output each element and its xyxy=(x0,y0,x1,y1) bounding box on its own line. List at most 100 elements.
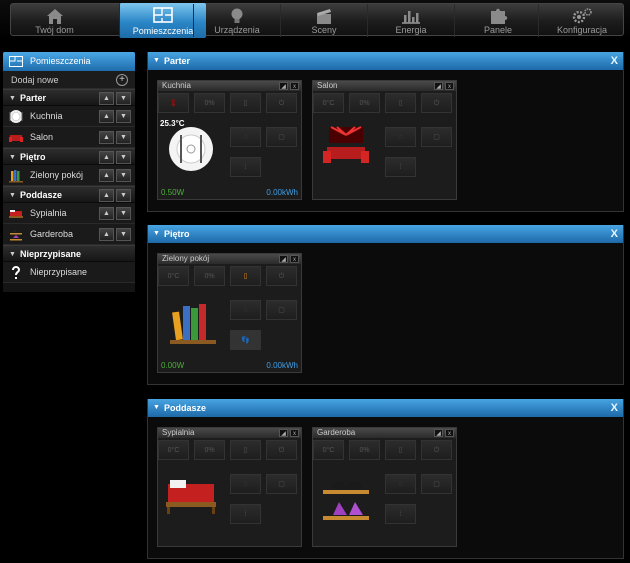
temperature-cell[interactable]: 0°C xyxy=(313,93,344,113)
close-card-button[interactable]: x xyxy=(445,82,454,90)
move-up-button[interactable]: ▲ xyxy=(99,228,114,241)
room-label: Zielony pokój xyxy=(30,170,84,180)
nav-twoj-dom[interactable]: Twój dom xyxy=(11,4,98,37)
close-card-button[interactable]: x xyxy=(445,429,454,437)
sidebar-item-sypialnia[interactable]: Sypialnia ▲ ▼ xyxy=(3,203,135,224)
move-down-button[interactable]: ▼ xyxy=(116,92,131,105)
nav-urzadzenia[interactable]: Urządzenia xyxy=(193,4,280,37)
temperature-cell[interactable]: 0°C xyxy=(158,440,189,460)
plug-icon[interactable]: ⏻ xyxy=(421,93,452,113)
move-down-button[interactable]: ▼ xyxy=(116,207,131,220)
sidebar-header[interactable]: Pomieszczenia xyxy=(3,52,135,71)
move-up-button[interactable]: ▲ xyxy=(99,151,114,164)
plug-icon[interactable]: ⏻ xyxy=(421,440,452,460)
pin-button[interactable]: ◢ xyxy=(279,255,288,263)
sidebar-item-nieprzypisane[interactable]: Nieprzypisane xyxy=(3,262,135,283)
humidity-cell[interactable]: 0% xyxy=(349,440,380,460)
room-card-zielony-pokoj[interactable]: Zielony pokój ◢ x 0°C 0% ▯ ⏻ ◌ ▢ 👣 0.00W… xyxy=(157,253,302,373)
move-up-button[interactable]: ▲ xyxy=(99,189,114,202)
blind-icon[interactable]: ▢ xyxy=(421,474,452,494)
temperature-cell[interactable]: 0°C xyxy=(313,440,344,460)
door-icon[interactable]: ▯ xyxy=(385,93,416,113)
temperature-cell[interactable]: 0°C xyxy=(158,266,189,286)
move-down-button[interactable]: ▼ xyxy=(116,189,131,202)
room-card-garderoba[interactable]: Garderoba ◢ x 0°C 0% ▯ ⏻ ◌ ▢ ⁞ xyxy=(312,427,457,547)
move-up-button[interactable]: ▲ xyxy=(99,110,114,123)
room-card-kuchnia[interactable]: Kuchnia ◢ x 🌡 0% ▯ ⏻ 25.3°C ◌ ▢ ⁞ 0.50W … xyxy=(157,80,302,200)
move-up-button[interactable]: ▲ xyxy=(99,207,114,220)
move-down-button[interactable]: ▼ xyxy=(116,228,131,241)
sidebar-group-pietro[interactable]: ▼ Piętro ▲ ▼ xyxy=(3,148,135,165)
door-icon[interactable]: ▯ xyxy=(230,93,261,113)
bulb-icon[interactable]: ◌ xyxy=(385,127,416,147)
blind-icon[interactable]: ▢ xyxy=(266,127,297,147)
humidity-cell[interactable]: 0% xyxy=(194,266,225,286)
door-icon[interactable]: ▯ xyxy=(230,440,261,460)
socket-icon[interactable]: ⁞ xyxy=(230,157,261,177)
socket-icon[interactable]: ⁞ xyxy=(230,504,261,524)
plug-icon[interactable]: ⏻ xyxy=(266,440,297,460)
sidebar-item-garderoba[interactable]: Garderoba ▲ ▼ xyxy=(3,224,135,245)
plug-icon[interactable]: ⏻ xyxy=(266,93,297,113)
close-panel-button[interactable]: X xyxy=(611,225,618,243)
sidebar-item-zielony-pokoj[interactable]: Zielony pokój ▲ ▼ xyxy=(3,165,135,186)
move-down-button[interactable]: ▼ xyxy=(116,169,131,182)
room-label: Kuchnia xyxy=(30,111,63,121)
chevron-down-icon[interactable]: ▼ xyxy=(153,52,160,70)
plus-icon[interactable]: + xyxy=(116,74,128,86)
bulb-icon[interactable]: ◌ xyxy=(230,127,261,147)
plate-icon xyxy=(169,127,213,171)
pin-button[interactable]: ◢ xyxy=(279,429,288,437)
door-icon[interactable]: ▯ xyxy=(385,440,416,460)
move-down-button[interactable]: ▼ xyxy=(116,131,131,144)
panel-poddasze: ▼ Poddasze X Sypialnia ◢ x 0°C 0% ▯ ⏻ ◌ … xyxy=(147,399,624,559)
humidity-cell[interactable]: 0% xyxy=(349,93,380,113)
move-up-button[interactable]: ▲ xyxy=(99,92,114,105)
close-card-button[interactable]: x xyxy=(290,255,299,263)
move-down-button[interactable]: ▼ xyxy=(116,151,131,164)
footprints-icon[interactable]: 👣 xyxy=(230,330,261,350)
panel-header[interactable]: ▼ Parter X xyxy=(148,52,623,70)
room-card-salon[interactable]: Salon ◢ x 0°C 0% ▯ ⏻ ◌ ▢ ⁞ xyxy=(312,80,457,200)
close-card-button[interactable]: x xyxy=(290,429,299,437)
nav-panele[interactable]: Panele xyxy=(454,4,541,37)
panel-header[interactable]: ▼ Poddasze X xyxy=(148,399,623,417)
room-card-sypialnia[interactable]: Sypialnia ◢ x 0°C 0% ▯ ⏻ ◌ ▢ ⁞ xyxy=(157,427,302,547)
chevron-down-icon[interactable]: ▼ xyxy=(153,225,160,243)
socket-icon[interactable]: ⁞ xyxy=(385,157,416,177)
sidebar-group-nieprzypisane[interactable]: ▼ Nieprzypisane xyxy=(3,245,135,262)
move-up-button[interactable]: ▲ xyxy=(99,131,114,144)
blind-icon[interactable]: ▢ xyxy=(266,300,297,320)
sidebar-item-kuchnia[interactable]: Kuchnia ▲ ▼ xyxy=(3,106,135,127)
move-up-button[interactable]: ▲ xyxy=(99,169,114,182)
pin-button[interactable]: ◢ xyxy=(434,82,443,90)
bulb-icon[interactable]: ◌ xyxy=(385,474,416,494)
bulb-icon[interactable]: ◌ xyxy=(230,474,261,494)
move-down-button[interactable]: ▼ xyxy=(116,110,131,123)
close-card-button[interactable]: x xyxy=(290,82,299,90)
add-room-button[interactable]: Dodaj nowe + xyxy=(3,71,135,89)
pin-button[interactable]: ◢ xyxy=(279,82,288,90)
close-panel-button[interactable]: X xyxy=(611,52,618,70)
blind-icon[interactable]: ▢ xyxy=(266,474,297,494)
sidebar-group-poddasze[interactable]: ▼ Poddasze ▲ ▼ xyxy=(3,186,135,203)
bulb-icon[interactable]: ◌ xyxy=(230,300,261,320)
nav-energia[interactable]: Energia xyxy=(367,4,454,37)
humidity-cell[interactable]: 0% xyxy=(194,440,225,460)
nav-konfiguracja[interactable]: Konfiguracja xyxy=(538,4,625,37)
thermometer-icon[interactable]: 🌡 xyxy=(158,93,189,113)
plug-icon[interactable]: ⏻ xyxy=(266,266,297,286)
humidity-value: 0% xyxy=(359,100,370,107)
chevron-down-icon[interactable]: ▼ xyxy=(153,399,160,417)
panel-header[interactable]: ▼ Piętro X xyxy=(148,225,623,243)
socket-icon[interactable]: ⁞ xyxy=(385,504,416,524)
sidebar-group-parter[interactable]: ▼ Parter ▲ ▼ xyxy=(3,89,135,106)
nav-sceny[interactable]: Sceny xyxy=(280,4,367,37)
close-panel-button[interactable]: X xyxy=(611,399,618,417)
sidebar-item-salon[interactable]: Salon ▲ ▼ xyxy=(3,127,135,148)
blind-icon[interactable]: ▢ xyxy=(421,127,452,147)
pin-button[interactable]: ◢ xyxy=(434,429,443,437)
door-icon[interactable]: ▯ xyxy=(230,266,261,286)
humidity-cell[interactable]: 0% xyxy=(194,93,225,113)
temperature-value: 0°C xyxy=(167,447,180,454)
